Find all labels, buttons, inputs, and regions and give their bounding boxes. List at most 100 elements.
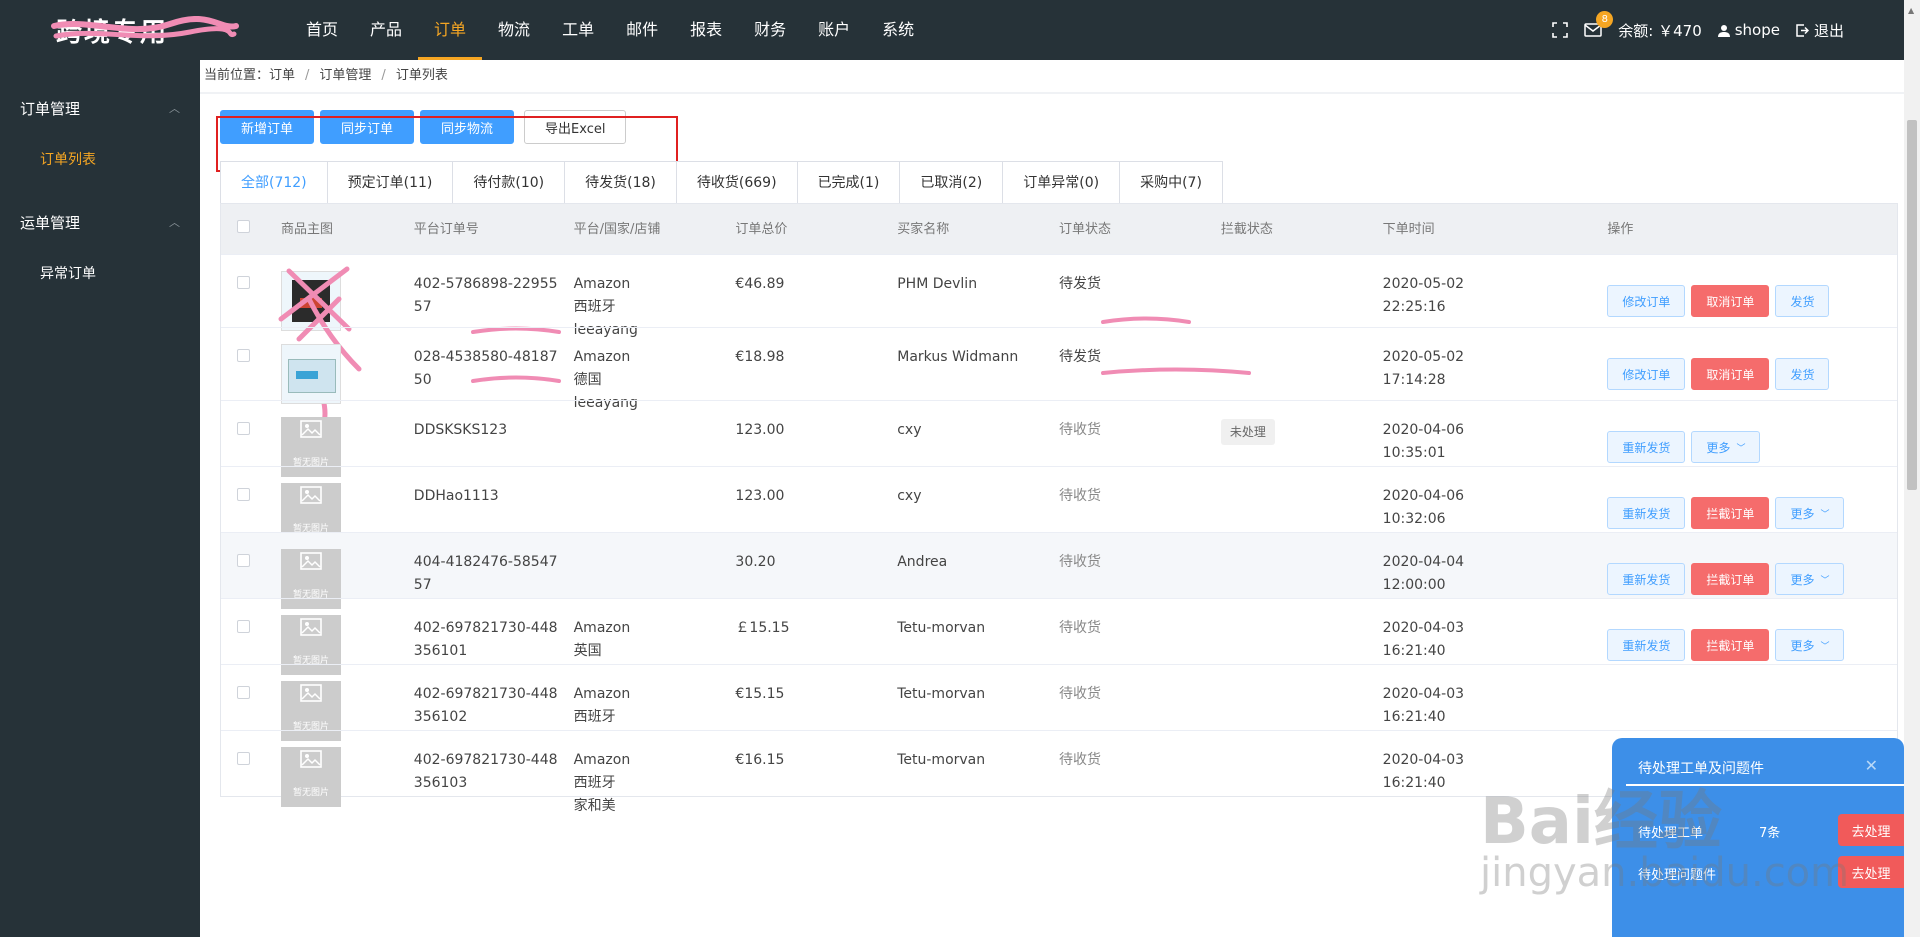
handle-tickets-button[interactable]: 去处理: [1838, 814, 1904, 846]
user-menu[interactable]: shope: [1717, 21, 1780, 39]
intercept-status: 未处理: [1220, 401, 1383, 466]
col-header: 操作: [1607, 221, 1634, 237]
intercept-badge: 未处理: [1220, 419, 1275, 445]
sidebar-item-abnormal-orders[interactable]: 异常订单: [0, 248, 200, 300]
row-actions: 重新发货 更多 ﹀: [1607, 401, 1897, 466]
table-row[interactable]: 暂无图片 402-697821730-448 356102 Amazon 西班牙 €15.…: [221, 664, 1897, 741]
row-checkbox[interactable]: [221, 533, 281, 598]
buyer-name: Tetu-morvan: [897, 752, 986, 768]
sidebar: 订单管理 ︿ 订单列表 运单管理 ︿ 异常订单: [0, 60, 200, 937]
row-action-button[interactable]: 拦截订单: [1691, 563, 1770, 595]
row-action-button[interactable]: 修改订单: [1607, 285, 1686, 317]
order-total: ￡15.15: [735, 620, 790, 636]
table-row[interactable]: 028-4538580-48187 50 Amazon 德国 leeayang €18.9…: [221, 327, 1897, 411]
more-dropdown-button[interactable]: 更多 ﹀: [1775, 497, 1845, 529]
row-action-button[interactable]: 重新发货: [1607, 563, 1686, 595]
popup-row-tickets: 待处理工单 7条: [1638, 822, 1780, 841]
row-action-button[interactable]: 发货: [1775, 358, 1830, 390]
more-dropdown-button[interactable]: 更多 ﹀: [1775, 563, 1845, 595]
row-checkbox[interactable]: [221, 255, 281, 327]
breadcrumb-level2[interactable]: 订单管理: [319, 60, 371, 92]
scroll-up-icon[interactable]: ▲: [1908, 6, 1914, 15]
order-number: DDHao1113: [414, 467, 574, 532]
row-action-button[interactable]: 修改订单: [1607, 358, 1686, 390]
table-row[interactable]: 暂无图片 DDSKSKS123 123.00 cxy 待收货 未处理 2020-04-06 1…: [221, 400, 1897, 477]
more-dropdown-button[interactable]: 更多 ﹀: [1775, 629, 1845, 661]
nav-item[interactable]: 邮件: [610, 0, 674, 60]
row-checkbox[interactable]: [221, 665, 281, 730]
nav-item[interactable]: 财务: [738, 0, 802, 60]
row-action-button[interactable]: 重新发货: [1607, 431, 1686, 463]
image-icon: [300, 551, 322, 580]
tab[interactable]: 全部(712): [221, 162, 328, 204]
nav-item[interactable]: 工单: [546, 0, 610, 60]
nav-item[interactable]: 订单: [418, 0, 483, 60]
row-checkbox[interactable]: [221, 467, 281, 532]
row-action-button[interactable]: 发货: [1775, 285, 1830, 317]
sidebar-group-orders[interactable]: 订单管理 ︿: [0, 82, 200, 134]
logo[interactable]: 跨境专用: [0, 0, 290, 60]
row-action-button[interactable]: 取消订单: [1691, 358, 1770, 390]
export-excel-button[interactable]: 导出Excel: [524, 110, 627, 144]
sync-orders-button[interactable]: 同步订单: [320, 110, 415, 144]
breadcrumb-prefix[interactable]: 当前位置：订单: [204, 60, 295, 92]
row-checkbox[interactable]: [221, 328, 281, 400]
tab[interactable]: 待发货(18): [565, 162, 677, 204]
sidebar-item-order-list[interactable]: 订单列表: [0, 134, 200, 186]
table-row[interactable]: 暂无图片 404-4182476-58547 57 30.20 Andrea 待收货 202…: [221, 532, 1897, 609]
row-action-button[interactable]: 取消订单: [1691, 285, 1770, 317]
nav-item[interactable]: 物流: [482, 0, 546, 60]
row-action-button[interactable]: 拦截订单: [1691, 629, 1770, 661]
nav-item[interactable]: 账户: [802, 0, 866, 60]
action-label: 更多: [1790, 506, 1815, 521]
handle-issues-button[interactable]: 去处理: [1838, 856, 1904, 888]
order-clock: 16:21:40: [1382, 709, 1446, 725]
platform-line: Amazon: [573, 686, 631, 702]
nav-item[interactable]: 系统: [866, 0, 930, 60]
nav-item[interactable]: 产品: [354, 0, 418, 60]
row-action-button[interactable]: 拦截订单: [1691, 497, 1770, 529]
buyer-name: Tetu-morvan: [897, 620, 986, 636]
image-icon: [300, 485, 322, 514]
platform-line: Amazon: [573, 349, 631, 365]
action-label: 取消订单: [1706, 294, 1755, 309]
product-image[interactable]: [280, 344, 341, 404]
tab[interactable]: 已取消(2): [900, 162, 1004, 204]
row-action-button[interactable]: 重新发货: [1607, 497, 1686, 529]
tab[interactable]: 采购中(7): [1120, 162, 1222, 204]
tab[interactable]: 已完成(1): [797, 162, 901, 204]
select-all-checkbox[interactable]: [221, 217, 281, 241]
row-checkbox[interactable]: [221, 731, 281, 796]
order-status: 待收货: [1059, 686, 1102, 702]
fullscreen-icon[interactable]: [1552, 22, 1569, 38]
table-row[interactable]: 暂无图片 DDHao1113 123.00 cxy 待收货 2020-04-06 10:32…: [221, 466, 1897, 543]
product-image[interactable]: [280, 271, 341, 331]
sidebar-group-waybills[interactable]: 运单管理 ︿: [0, 196, 200, 248]
row-action-button[interactable]: 重新发货: [1607, 629, 1686, 661]
order-number-line: DDHao1113: [413, 488, 499, 504]
chevron-down-icon: ﹀: [1736, 443, 1746, 454]
page-scrollbar[interactable]: ▲: [1904, 0, 1920, 937]
action-label: 重新发货: [1622, 572, 1671, 587]
nav-item[interactable]: 首页: [290, 0, 354, 60]
row-checkbox[interactable]: [221, 599, 281, 664]
mail-icon[interactable]: 8: [1584, 11, 1614, 37]
row-checkbox[interactable]: [221, 401, 281, 466]
nav-item[interactable]: 报表: [674, 0, 738, 60]
sync-logistics-button[interactable]: 同步物流: [420, 110, 515, 144]
product-image-cell: 暂无图片: [280, 467, 414, 543]
tab[interactable]: 预定订单(11): [327, 162, 454, 204]
scroll-thumb[interactable]: [1907, 120, 1917, 490]
tab[interactable]: 订单异常(0): [1003, 162, 1121, 204]
more-dropdown-button[interactable]: 更多 ﹀: [1691, 431, 1761, 463]
close-icon[interactable]: ✕: [1865, 756, 1878, 775]
intercept-status: [1221, 467, 1383, 532]
table-row[interactable]: 暂无图片 402-697821730-448 356101 Amazon 英国 ￡15.1…: [221, 598, 1897, 675]
tab[interactable]: 待收货(669): [676, 162, 798, 204]
table-row[interactable]: 402-5786898-22955 57 Amazon 西班牙 leeayang €46.…: [221, 254, 1897, 427]
action-label: 重新发货: [1622, 506, 1671, 521]
tab[interactable]: 待付款(10): [453, 162, 566, 204]
add-order-button[interactable]: 新增订单: [220, 110, 315, 144]
logout-button[interactable]: 退出: [1796, 20, 1844, 41]
order-total: €18.98: [735, 349, 785, 365]
